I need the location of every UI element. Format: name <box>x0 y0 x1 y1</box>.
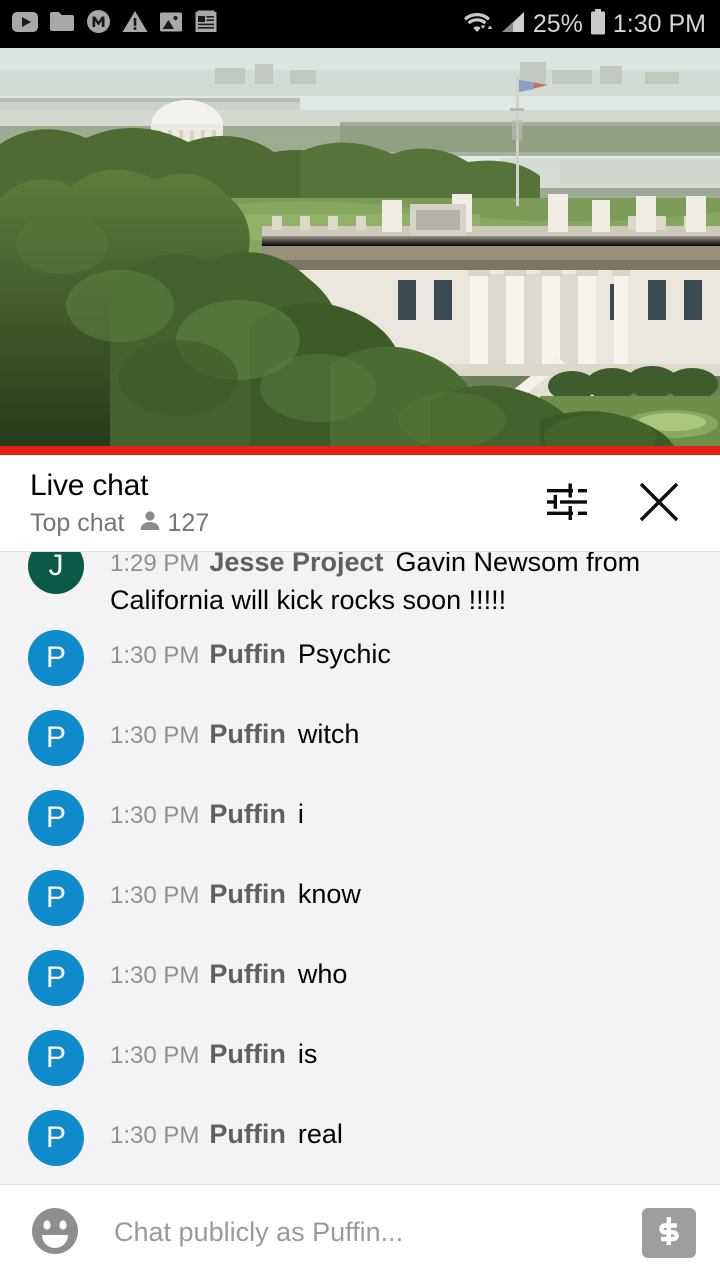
avatar[interactable]: P <box>28 1030 84 1086</box>
notes-icon <box>194 10 218 39</box>
avatar[interactable]: J <box>28 552 84 594</box>
video-progress-bar[interactable] <box>0 446 720 455</box>
chat-message-body: 1:30 PM Puffin i <box>84 778 304 834</box>
warning-triangle-icon <box>122 10 148 38</box>
chat-message-timestamp: 1:30 PM <box>110 1042 200 1069</box>
chat-message-text: witch <box>297 719 360 749</box>
chat-message-row[interactable]: P 1:30 PM Puffin is <box>0 1018 720 1098</box>
chat-message-author[interactable]: Puffin <box>209 719 285 749</box>
chat-message-timestamp: 1:30 PM <box>110 882 200 909</box>
chat-message-timestamp: 1:29 PM <box>110 551 200 577</box>
chat-message-author[interactable]: Puffin <box>209 1039 285 1069</box>
chat-message-text: Psychic <box>297 639 391 669</box>
close-icon <box>636 479 682 528</box>
chat-message-author[interactable]: Jesse Project <box>209 552 383 577</box>
person-icon <box>138 509 162 538</box>
chat-message-author[interactable]: Puffin <box>209 799 285 829</box>
avatar[interactable]: P <box>28 710 84 766</box>
live-chat-header: Live chat Top chat 127 <box>0 455 720 551</box>
chat-message-row[interactable]: P 1:30 PM Puffin real <box>0 1098 720 1178</box>
status-bar-system-icons: 25% 1:30 PM <box>463 8 706 40</box>
chat-composer <box>0 1184 720 1280</box>
live-chat-header-actions <box>540 476 690 530</box>
status-bar-clock: 1:30 PM <box>612 9 706 38</box>
viewer-count: 127 <box>138 509 210 538</box>
m-circle-icon <box>86 9 111 39</box>
cell-signal-icon <box>500 10 526 39</box>
youtube-play-icon <box>12 11 38 37</box>
chat-message-row[interactable]: P 1:30 PM Puffin Psychic <box>0 618 720 698</box>
chat-message-text: who <box>297 959 348 989</box>
chat-message-timestamp: 1:30 PM <box>110 962 200 989</box>
battery-percent-label: 25% <box>532 9 583 38</box>
image-icon <box>159 10 183 39</box>
youtube-live-chat-screen: 25% 1:30 PM Live chat Top chat 127 J 1:2… <box>0 0 720 1280</box>
chat-mode-label[interactable]: Top chat <box>30 509 125 537</box>
live-chat-header-text: Live chat Top chat 127 <box>30 469 209 538</box>
chat-message-list[interactable]: J 1:29 PM Jesse Project Gavin Newsom from C… <box>0 551 720 1184</box>
chat-message-body: 1:30 PM Puffin Psychic <box>84 618 391 674</box>
emoji-picker-button[interactable] <box>26 1204 84 1262</box>
chat-message-text: know <box>297 879 361 909</box>
status-bar: 25% 1:30 PM <box>0 0 720 48</box>
avatar[interactable]: P <box>28 1110 84 1166</box>
chat-message-body: 1:30 PM Puffin who <box>84 938 347 994</box>
page-title: Live chat <box>30 468 149 502</box>
tune-filter-icon <box>545 481 589 526</box>
chat-message-row[interactable]: P 1:30 PM Puffin witch <box>0 698 720 778</box>
hedge-row <box>548 366 718 401</box>
chat-message-row[interactable]: J 1:29 PM Jesse Project Gavin Newsom from C… <box>0 551 720 618</box>
chat-message-row[interactable]: P 1:30 PM Puffin who <box>0 938 720 1018</box>
battery-icon <box>590 8 606 40</box>
chat-message-author[interactable]: Puffin <box>209 959 285 989</box>
chat-message-row[interactable]: P 1:30 PM Puffin know <box>0 858 720 938</box>
avatar[interactable]: P <box>28 790 84 846</box>
chat-message-text: is <box>297 1039 318 1069</box>
super-chat-button[interactable] <box>642 1207 696 1258</box>
chat-message-body: 1:30 PM Puffin witch <box>84 698 359 754</box>
wifi-icon <box>463 9 493 40</box>
white-house-live-frame <box>0 48 720 455</box>
chat-message-body: 1:30 PM Puffin real <box>84 1098 343 1154</box>
chat-message-author[interactable]: Puffin <box>209 639 285 669</box>
chat-message-timestamp: 1:30 PM <box>110 802 200 829</box>
folder-icon <box>49 11 75 37</box>
status-bar-notification-icons <box>12 9 218 39</box>
chat-message-author[interactable]: Puffin <box>209 879 285 909</box>
avatar[interactable]: P <box>28 950 84 1006</box>
chat-message-body: 1:30 PM Puffin is <box>84 1018 317 1074</box>
viewer-count-label: 127 <box>167 509 210 537</box>
chat-message-timestamp: 1:30 PM <box>110 1122 200 1149</box>
chat-filter-button[interactable] <box>540 476 594 530</box>
chat-message-text: i <box>297 799 304 829</box>
chat-subline: Top chat 127 <box>30 509 209 538</box>
chat-message-text: real <box>297 1119 343 1149</box>
chat-message-timestamp: 1:30 PM <box>110 722 200 749</box>
chat-message-row[interactable]: P 1:30 PM Puffin i <box>0 778 720 858</box>
chat-message-body: 1:30 PM Puffin know <box>84 858 361 914</box>
chat-message-body: 1:29 PM Jesse Project Gavin Newsom from Ca… <box>84 551 700 618</box>
chat-message-author[interactable]: Puffin <box>209 1119 285 1149</box>
chat-input[interactable] <box>84 1217 642 1248</box>
avatar[interactable]: P <box>28 870 84 926</box>
video-player[interactable] <box>0 48 720 455</box>
chat-message-timestamp: 1:30 PM <box>110 642 200 669</box>
close-chat-button[interactable] <box>632 476 686 530</box>
super-chat-dollar-icon <box>652 1214 686 1251</box>
emoji-smiley-icon <box>29 1205 81 1260</box>
avatar[interactable]: P <box>28 630 84 686</box>
